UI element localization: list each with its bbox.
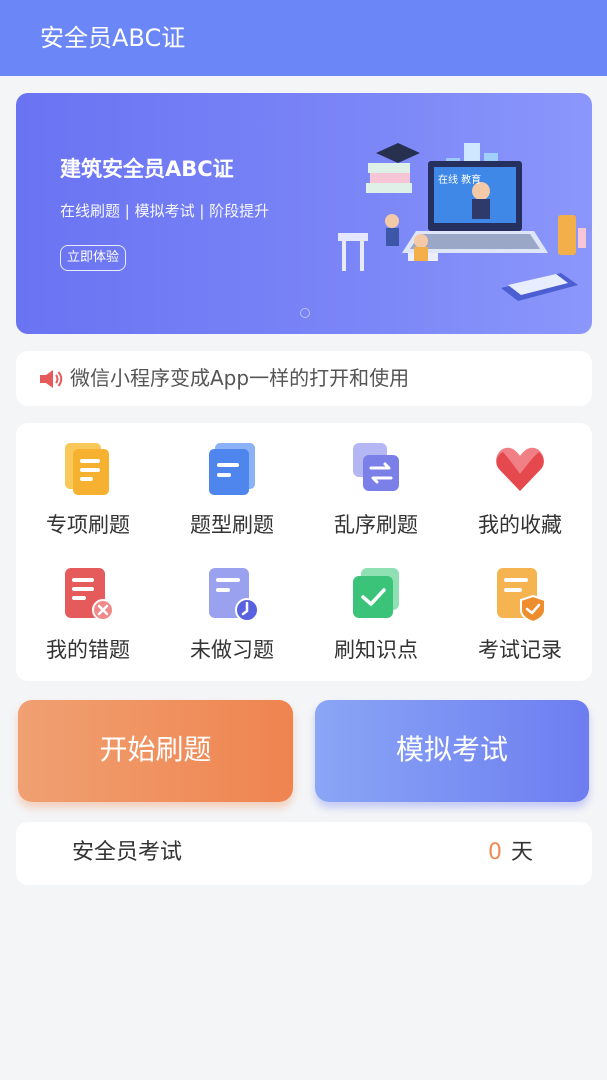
menu-item-favorites[interactable]: 我的收藏 xyxy=(448,423,592,543)
illustration-screen-text: 在线 教育 xyxy=(438,173,481,186)
banner-subtitle: 在线刷题 | 模拟考试 | 阶段提升 xyxy=(60,202,270,220)
menu-item-label: 题型刷题 xyxy=(190,513,274,537)
menu-item-label: 我的错题 xyxy=(46,638,130,662)
countdown-title: 安全员考试 xyxy=(72,840,183,865)
top-bar: 安全员ABC证 xyxy=(0,0,607,76)
speaker-icon xyxy=(40,370,63,388)
menu-item-label: 刷知识点 xyxy=(334,638,418,662)
shuffle-icon xyxy=(353,443,399,491)
wrong-doc-icon xyxy=(65,568,113,621)
countdown-days: 0 xyxy=(488,840,502,865)
function-menu: 专项刷题 题型刷题 乱序刷题 我的收藏 我的错题 未做习题 刷知识点 考试记录 xyxy=(16,423,592,681)
menu-item-label: 乱序刷题 xyxy=(334,513,418,537)
heart-icon xyxy=(496,447,544,491)
menu-item-random-practice[interactable]: 乱序刷题 xyxy=(304,423,448,543)
mock-exam-button[interactable]: 模拟考试 xyxy=(315,700,589,802)
pending-doc-icon xyxy=(209,568,257,622)
promo-banner[interactable]: 建筑安全员ABC证 在线刷题 | 模拟考试 | 阶段提升 立即体验 在线 教育 xyxy=(16,93,592,334)
menu-item-label: 我的收藏 xyxy=(478,513,562,537)
carousel-indicator[interactable] xyxy=(300,308,310,318)
menu-item-question-type[interactable]: 题型刷题 xyxy=(160,423,304,543)
check-icon xyxy=(353,568,399,618)
menu-item-label: 专项刷题 xyxy=(46,513,130,537)
banner-title: 建筑安全员ABC证 xyxy=(60,157,234,181)
document-stack-icon xyxy=(209,443,255,495)
start-practice-button[interactable]: 开始刷题 xyxy=(18,700,293,802)
menu-item-special-practice[interactable]: 专项刷题 xyxy=(16,423,160,543)
menu-item-wrong-questions[interactable]: 我的错题 xyxy=(16,548,160,668)
menu-item-label: 未做习题 xyxy=(190,638,274,662)
try-now-button[interactable]: 立即体验 xyxy=(60,245,127,271)
menu-item-undone[interactable]: 未做习题 xyxy=(160,548,304,668)
notice-text: 微信小程序变成App一样的打开和使用 xyxy=(70,366,410,390)
page-title: 安全员ABC证 xyxy=(40,24,186,52)
menu-item-knowledge-points[interactable]: 刷知识点 xyxy=(304,548,448,668)
notice-bar[interactable]: 微信小程序变成App一样的打开和使用 xyxy=(16,351,592,406)
document-icon xyxy=(65,443,109,495)
exam-countdown[interactable]: 安全员考试 0 天 xyxy=(16,822,592,885)
record-icon xyxy=(497,568,545,624)
education-illustration-icon: 在线 教育 xyxy=(338,143,586,301)
countdown-unit: 天 xyxy=(511,840,534,865)
menu-item-label: 考试记录 xyxy=(478,638,562,662)
menu-item-exam-records[interactable]: 考试记录 xyxy=(448,548,592,668)
